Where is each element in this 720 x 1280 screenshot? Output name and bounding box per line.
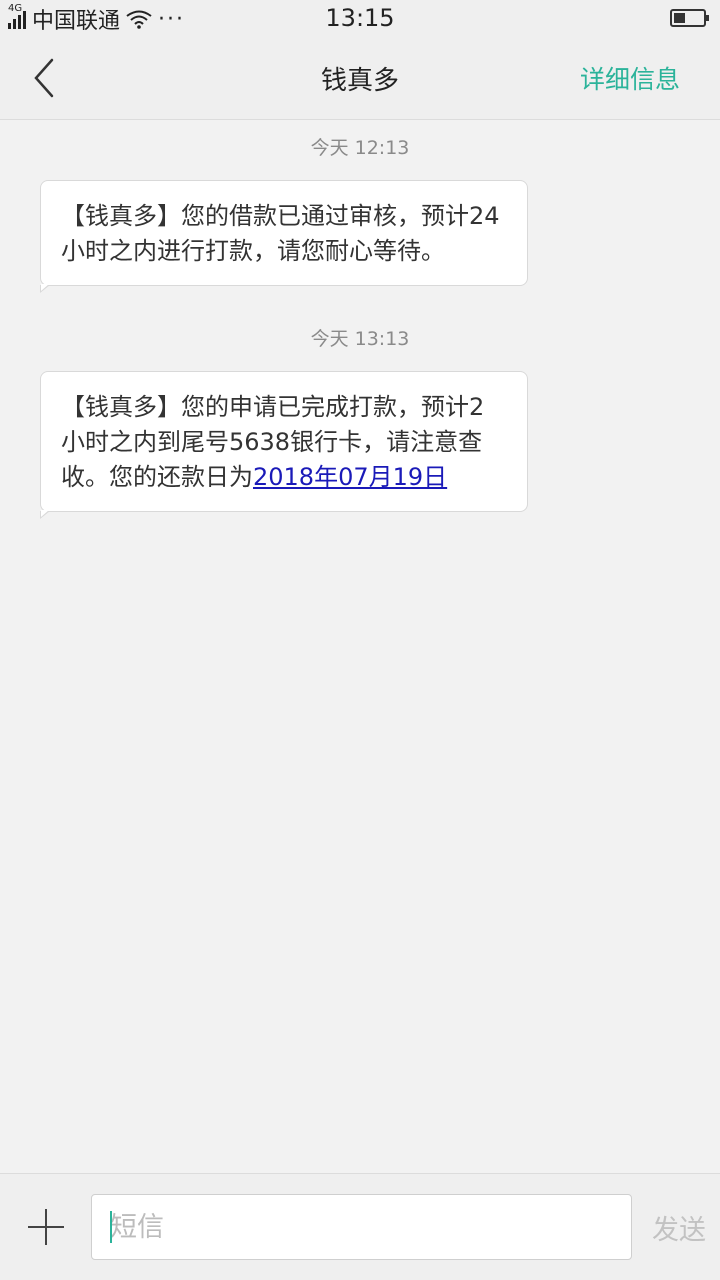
message-bubble[interactable]: 【钱真多】您的借款已通过审核，预计24小时之内进行打款，请您耐心等待。	[40, 180, 528, 293]
message-timestamp: 今天 13:13	[310, 328, 410, 350]
message-bubble[interactable]: 【钱真多】您的申请已完成打款，预计2小时之内到尾号5638银行卡，请注意查收。您…	[40, 371, 528, 519]
details-button[interactable]: 详细信息	[580, 60, 680, 96]
send-button[interactable]: 发送	[652, 1208, 706, 1247]
message-timestamp: 今天 12:13	[310, 137, 410, 159]
status-bar: 4G 中国联通 ··· 13:15	[0, 0, 720, 38]
sms-input[interactable]	[91, 1194, 632, 1260]
battery-icon	[670, 9, 709, 27]
plus-icon[interactable]	[26, 1207, 66, 1247]
date-link[interactable]: 2018年07月19日	[253, 463, 447, 491]
composer-bar: 发送	[0, 1173, 720, 1280]
conversation-header: 钱真多 详细信息	[0, 38, 720, 120]
status-time: 13:15	[325, 4, 395, 32]
text-cursor	[110, 1211, 112, 1243]
message-text: 【钱真多】您的借款已通过审核，预计24小时之内进行打款，请您耐心等待。	[61, 202, 500, 265]
